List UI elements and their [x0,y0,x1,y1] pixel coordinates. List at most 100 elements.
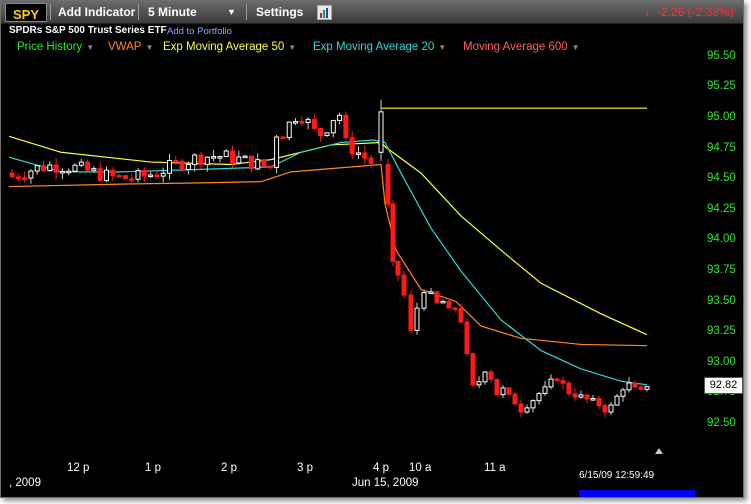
indicator-legend: Price History ▼ VWAP ▼ Exp Moving Average 50… [1,39,743,55]
toolbar-divider [246,4,247,20]
y-tick-label: 95.00 [707,111,736,123]
up-candle [620,389,626,397]
up-candle [626,382,632,391]
y-tick-label: 94.00 [707,233,736,246]
up-candle [148,174,154,178]
legend-label: VWAP [108,41,142,53]
up-candle [255,159,261,170]
interval-select[interactable]: 5 Minute [148,3,197,21]
scroll-indicator[interactable] [579,490,695,497]
toolbar-divider [138,4,139,20]
up-candle [185,164,191,170]
up-candle [542,386,548,394]
up-candle [324,132,330,137]
symbol-input[interactable]: SPY [5,3,47,22]
settings-button[interactable]: Settings [256,3,303,21]
y-tick-label: 95.25 [707,80,736,93]
price-change: -2.26 (-2.38%) [657,5,734,19]
down-candle [343,114,349,139]
up-candle [167,160,172,174]
legend-label: Moving Average 600 [463,41,568,53]
toolbar: SPY Add Indicator 5 Minute ▼ Settings ↓ … [1,1,743,24]
down-candle [154,174,160,178]
legend-item[interactable]: Moving Average 600 ▼ [463,39,580,56]
legend-label: Exp Moving Average 50 [163,41,285,53]
chevron-down-icon[interactable]: ▼ [438,43,446,52]
price-chart[interactable] [1,1,743,497]
up-candle [530,400,536,409]
x-tick-label: 1 p [145,462,161,474]
instrument-name: SPDRs S&P 500 Trust Series ETF [9,25,167,36]
add-to-portfolio-link[interactable]: Add to Portfolio [167,26,232,37]
last-price-badge: 92.82 [704,377,743,394]
scroll-up-icon[interactable] [655,448,663,454]
x-tick-label: 12 p [67,462,90,474]
up-candle [28,170,34,179]
up-candle [414,307,420,331]
down-candle [122,175,128,180]
down-candle [446,300,452,309]
down-candle [518,403,524,413]
down-candle [261,159,267,167]
legend-item[interactable]: Price History ▼ [17,39,94,56]
up-candle [590,398,596,401]
up-candle [242,155,248,159]
up-candle [135,170,141,180]
up-candle [330,119,336,134]
up-candle [337,114,343,121]
up-candle [644,386,650,390]
y-tick-label: 94.50 [707,172,736,185]
up-candle [66,170,72,174]
down-candle [408,294,414,331]
y-tick-label: 93.00 [707,355,736,368]
up-candle [378,111,384,153]
down-candle [173,160,179,163]
legend-item[interactable]: Exp Moving Average 20 ▼ [313,39,446,56]
chart-settings-icon[interactable] [317,5,332,20]
up-candle [293,121,298,124]
up-candle [72,164,78,172]
down-candle [141,170,147,177]
y-tick-label: 93.50 [707,294,736,307]
down-candle [53,164,59,173]
chevron-down-icon[interactable]: ▼ [86,43,94,52]
up-candle [47,164,53,172]
down-candle [464,321,470,355]
down-candle [280,136,286,140]
up-candle [421,292,427,309]
down-candle [368,157,374,164]
legend-item[interactable]: VWAP ▼ [108,39,153,56]
down-candle [198,154,204,165]
up-candle [500,387,506,396]
down-candle [506,387,512,395]
x-tick-label: 10 a [409,462,432,474]
y-tick-label: 92.50 [707,417,736,429]
up-candle [211,156,217,159]
up-candle [160,172,166,177]
down-candle [129,178,135,181]
add-indicator-button[interactable]: Add Indicator [58,3,135,21]
down-candle [638,386,644,390]
up-candle [204,156,210,165]
legend-item[interactable]: Exp Moving Average 50 ▼ [163,39,296,56]
down-candle [512,393,518,405]
down-candle [560,380,566,384]
chevron-down-icon[interactable]: ▼ [288,43,296,52]
down-candle [566,382,572,395]
down-candle [434,291,440,304]
up-candle [482,371,488,383]
down-candle [41,165,46,172]
up-candle [217,156,223,159]
chevron-down-icon[interactable]: ▼ [145,43,153,52]
up-candle [78,161,84,166]
up-candle [524,407,530,413]
chevron-down-icon[interactable]: ▼ [572,43,580,52]
down-candle [458,308,464,323]
down-candle [596,398,602,407]
date-label: Jun 15, 2009 [352,477,419,489]
up-candle [356,152,361,155]
chevron-down-icon[interactable]: ▼ [227,3,236,21]
down-candle [248,155,254,170]
down-candle [22,177,28,181]
up-candle [34,165,40,172]
